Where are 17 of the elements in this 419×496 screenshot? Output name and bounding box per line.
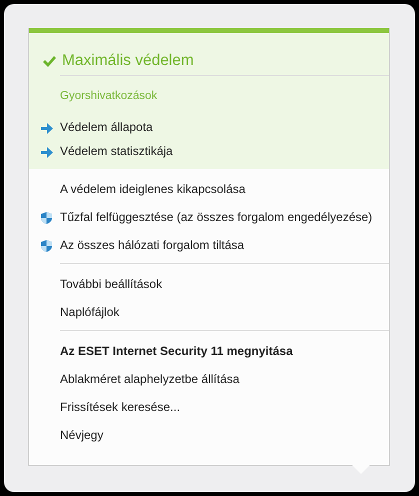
arrow-icon xyxy=(41,146,53,158)
shield-icon xyxy=(41,212,52,224)
menu-item[interactable]: Névjegy xyxy=(60,426,104,444)
menu-item[interactable]: Tűzfal felfüggesztése (az összes forgalom engedélyezése) xyxy=(60,208,372,226)
menu-item[interactable]: Frissítések keresése... xyxy=(60,398,180,416)
menu-item[interactable]: A védelem ideiglenes kikapcsolása xyxy=(60,180,246,198)
menu-item[interactable]: Védelem statisztikája xyxy=(60,142,173,160)
menu-item[interactable]: További beállítások xyxy=(60,275,162,294)
menu-item[interactable]: Ablakméret alaphelyzetbe állítása xyxy=(60,370,240,388)
section-label: Gyorshivatkozások xyxy=(59,89,158,104)
status-title: Maximális védelem xyxy=(62,51,194,72)
menu-item[interactable]: Naplófájlok xyxy=(60,303,120,322)
arrow-icon xyxy=(41,122,53,134)
menu-item[interactable]: Védelem állapota xyxy=(60,118,153,136)
menu-item[interactable]: Az összes hálózati forgalom tiltása xyxy=(60,236,244,254)
shield-icon xyxy=(41,240,52,252)
menu-item[interactable]: Az ESET Internet Security 11 megnyitása xyxy=(60,342,293,360)
